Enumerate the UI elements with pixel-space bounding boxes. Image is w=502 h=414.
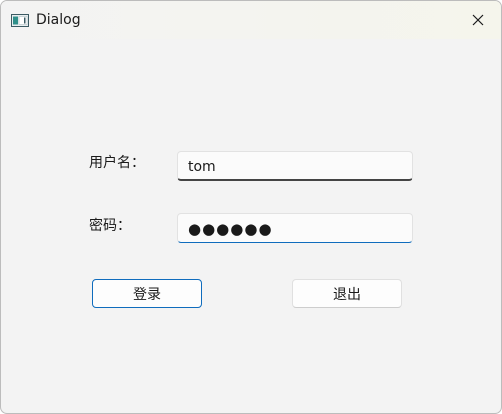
username-label: 用户名：	[89, 155, 145, 171]
title-bar[interactable]: Dialog	[1, 1, 501, 39]
dialog-window: Dialog 用户名： tom 密码： ●●●●●● 登录 退出	[0, 0, 502, 414]
close-icon	[472, 11, 484, 30]
username-input[interactable]: tom	[177, 151, 413, 181]
window-title: Dialog	[36, 12, 81, 28]
login-button-label: 登录	[133, 286, 161, 303]
password-input[interactable]: ●●●●●●	[177, 213, 413, 243]
password-label: 密码：	[89, 218, 131, 234]
close-button[interactable]	[455, 1, 501, 39]
quit-button-label: 退出	[333, 286, 361, 303]
password-masked-value: ●●●●●●	[188, 220, 273, 238]
window-app-icon	[11, 12, 29, 27]
quit-button[interactable]: 退出	[292, 279, 402, 308]
username-value: tom	[188, 159, 216, 175]
login-button[interactable]: 登录	[92, 279, 202, 308]
